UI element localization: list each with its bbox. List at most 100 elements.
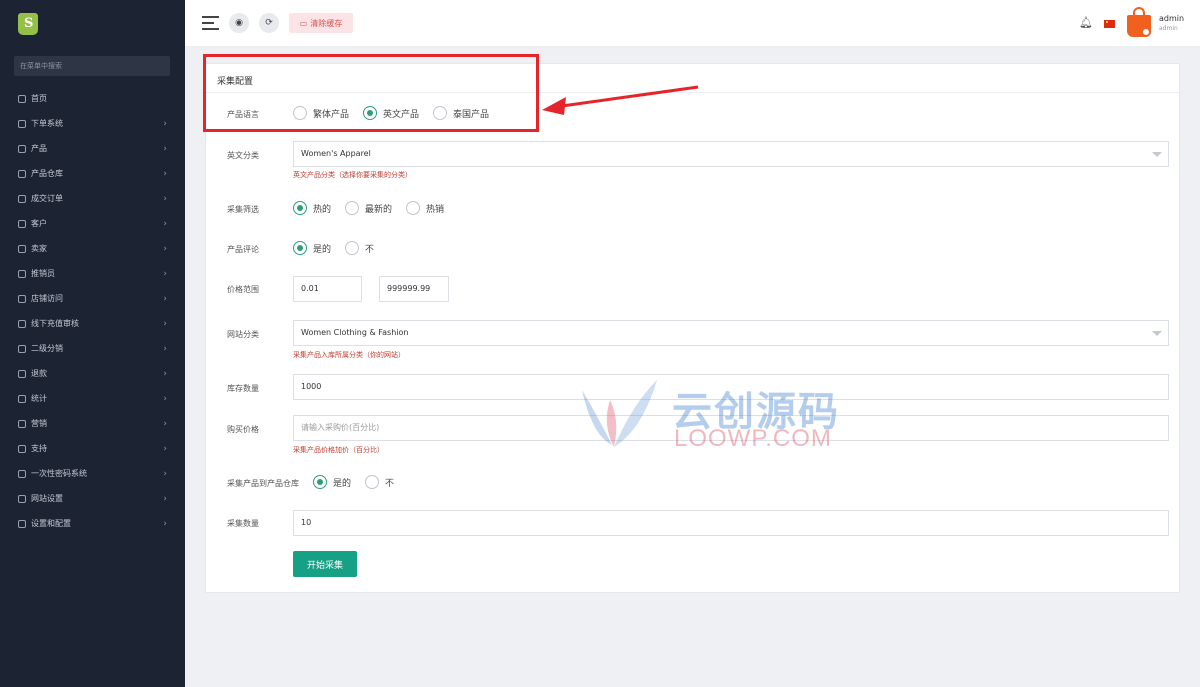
sidebar-item[interactable]: 推销员 › (0, 261, 185, 286)
chevron-right-icon: › (163, 418, 167, 429)
chevron-right-icon: › (163, 118, 167, 129)
support-icon (18, 444, 26, 453)
avatar[interactable] (1127, 7, 1151, 37)
chevron-right-icon: › (163, 168, 167, 179)
stats-icon (18, 394, 26, 403)
radio-label: 热销 (426, 204, 445, 215)
sidebar-item[interactable]: 产品 › (0, 136, 185, 161)
sidebar-item[interactable]: 二级分销 › (0, 336, 185, 361)
radio-circle-icon[interactable] (345, 241, 360, 255)
sidebar-item-label: 成交订单 (31, 194, 63, 203)
chevron-right-icon: › (163, 268, 167, 279)
chevron-right-icon: › (163, 293, 167, 304)
radio-option[interactable]: 热的 (293, 201, 331, 215)
user-name[interactable]: admin (1159, 14, 1184, 23)
quantity-input[interactable]: 10 (293, 510, 1169, 536)
chevron-down-icon (1152, 331, 1162, 336)
review-radio-group: 是的 不 (293, 241, 388, 255)
bell-icon[interactable]: 🔔︎ (1079, 16, 1093, 29)
radio-option[interactable]: 不 (365, 475, 394, 489)
chevron-right-icon: › (163, 493, 167, 504)
marketing-icon (18, 419, 26, 428)
radio-circle-icon[interactable] (313, 475, 327, 489)
clear-cache-label: 清除缓存 (310, 18, 343, 28)
visit-icon (18, 294, 26, 303)
review-label: 产品评论 (227, 245, 259, 254)
chevron-right-icon: › (163, 518, 167, 529)
salesman-icon (18, 269, 26, 278)
sidebar-item-label: 下单系统 (31, 119, 63, 128)
clear-cache-button[interactable]: ▭ 清除缓存 (289, 13, 353, 33)
sidebar-item[interactable]: 店铺访问 › (0, 286, 185, 311)
sidebar-item[interactable]: 统计 › (0, 386, 185, 411)
globe-icon[interactable]: ◉ (229, 13, 249, 33)
sidebar-item-label: 设置和配置 (31, 519, 71, 528)
receipt-icon (18, 194, 26, 203)
chevron-right-icon: › (163, 143, 167, 154)
sidebar-item[interactable]: 成交订单 › (0, 186, 185, 211)
sidebar-item[interactable]: 首页 (0, 86, 185, 111)
sidebar-item-label: 统计 (31, 394, 47, 403)
sidebar-item[interactable]: 卖家 › (0, 236, 185, 261)
shop-logo-icon[interactable]: S (18, 13, 38, 35)
china-flag-icon[interactable] (1104, 20, 1115, 28)
radio-circle-icon[interactable] (293, 241, 307, 255)
sidebar-item[interactable]: 一次性密码系统 › (0, 461, 185, 486)
sidebar-item[interactable]: 网站设置 › (0, 486, 185, 511)
cart-icon (18, 144, 26, 153)
sidebar-item-label: 卖家 (31, 244, 47, 253)
sidebar-item[interactable]: 退款 › (0, 361, 185, 386)
start-collect-button[interactable]: 开始采集 (293, 551, 357, 577)
radio-circle-icon[interactable] (345, 201, 360, 215)
order-icon (18, 119, 26, 128)
home-icon (18, 94, 26, 103)
sidebar-item-label: 二级分销 (31, 344, 63, 353)
menu-toggle-icon[interactable] (202, 16, 219, 30)
radio-option[interactable]: 是的 (313, 475, 351, 489)
watermark-subtitle: LOOWP.COM (674, 425, 832, 452)
sidebar-item-label: 推销员 (31, 269, 55, 278)
sidebar-item[interactable]: 支持 › (0, 436, 185, 461)
watermark-logo-icon (582, 380, 657, 447)
sidebar-item-label: 产品仓库 (31, 169, 63, 178)
radio-circle-icon[interactable] (365, 475, 380, 489)
radio-label: 不 (385, 478, 395, 489)
chevron-right-icon: › (163, 243, 167, 254)
sidebar-item[interactable]: 营销 › (0, 411, 185, 436)
filter-label: 采集筛选 (227, 205, 259, 214)
sidebar-item[interactable]: 产品仓库 › (0, 161, 185, 186)
filter-radio-group: 热的 最新的 热销 (293, 201, 458, 215)
stock-label: 库存数量 (227, 384, 259, 393)
radio-option[interactable]: 最新的 (345, 201, 392, 215)
sidebar-item[interactable]: 客户 › (0, 211, 185, 236)
sidebar-item-label: 店铺访问 (31, 294, 63, 303)
radio-label: 是的 (333, 478, 352, 489)
radio-option[interactable]: 热销 (406, 201, 444, 215)
radio-circle-icon[interactable] (406, 201, 421, 215)
sidebar-item[interactable]: 设置和配置 › (0, 511, 185, 536)
sidebar-item-label: 首页 (31, 94, 47, 103)
radio-option[interactable]: 是的 (293, 241, 331, 255)
purchase-price-label: 购买价格 (227, 425, 259, 434)
english-category-label: 英文分类 (227, 151, 259, 160)
top-header: ◉ ⟳ ▭ 清除缓存 🔔︎ admin admin (185, 0, 1200, 46)
sidebar-item[interactable]: 线下充值审核 › (0, 311, 185, 336)
quantity-label: 采集数量 (227, 519, 259, 528)
refresh-icon[interactable]: ⟳ (259, 13, 279, 33)
english-category-select[interactable]: Women's Apparel (293, 141, 1169, 167)
phone-icon (18, 469, 26, 478)
sidebar-item[interactable]: 下单系统 › (0, 111, 185, 136)
radio-circle-icon[interactable] (293, 201, 307, 215)
sidebar-item-label: 线下充值审核 (31, 319, 79, 328)
price-min-input[interactable]: 0.01 (293, 276, 362, 302)
sidebar: S 在菜单中搜索 首页 下单系统 › 产品 › 产品仓库 › 成交订单 › 客户 › 卖家 › 推销员 › 店… (0, 0, 185, 687)
radio-option[interactable]: 不 (345, 241, 374, 255)
price-max-input[interactable]: 999999.99 (379, 276, 449, 302)
distribution-icon (18, 344, 26, 353)
radio-label: 最新的 (365, 204, 393, 215)
site-category-select[interactable]: Women Clothing & Fashion (293, 320, 1169, 346)
purchase-price-hint: 采集产品价格加价（百分比） (293, 446, 384, 454)
menu-search-input[interactable]: 在菜单中搜索 (14, 56, 170, 76)
seller-icon (18, 244, 26, 253)
chevron-right-icon: › (163, 318, 167, 329)
